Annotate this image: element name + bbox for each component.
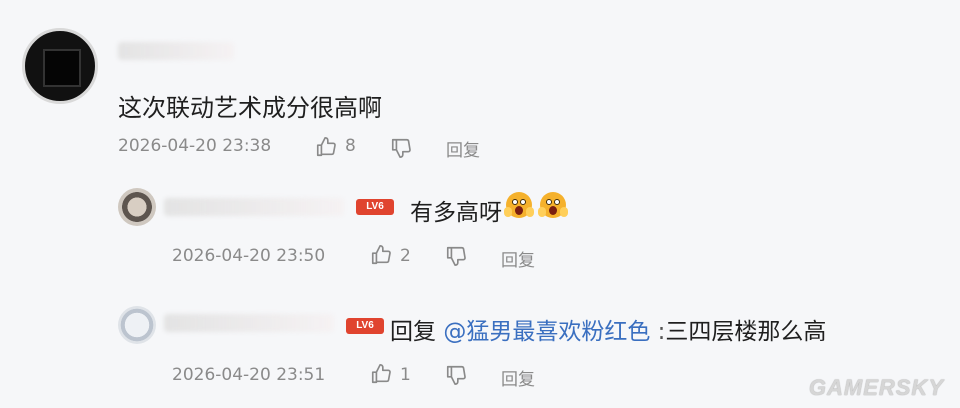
surprised-emoji-icon: [538, 192, 568, 218]
reply-prefix: 回复: [390, 319, 436, 345]
thumbs-down-icon[interactable]: [445, 364, 467, 386]
surprised-emoji-icon: [504, 192, 534, 218]
watermark: GAMERSKY: [808, 375, 944, 400]
reply-button[interactable]: 回复: [446, 136, 480, 161]
reply-timestamp: 2026-04-20 23:50: [172, 246, 326, 266]
avatar[interactable]: [22, 28, 98, 104]
like-count: 8: [345, 136, 356, 156]
reply-text: 三四层楼那么高: [665, 319, 827, 345]
reply-button[interactable]: 回复: [501, 365, 535, 390]
username-blurred[interactable]: [164, 198, 344, 216]
reply-timestamp: 2026-04-20 23:51: [172, 365, 326, 385]
thumbs-down-icon[interactable]: [390, 137, 412, 159]
reply-text-line: 回复 @猛男最喜欢粉红色 :三四层楼那么高: [390, 312, 826, 346]
avatar[interactable]: [118, 306, 156, 344]
comment-text: 这次联动艺术成分很高啊: [118, 94, 382, 122]
avatar[interactable]: [118, 188, 156, 226]
level-badge: LV6: [356, 199, 394, 215]
username-blurred[interactable]: [118, 42, 234, 60]
reply-button[interactable]: 回复: [501, 246, 535, 271]
thumbs-up-icon[interactable]: [370, 244, 392, 266]
level-badge: LV6: [346, 318, 384, 334]
thumbs-down-icon[interactable]: [445, 245, 467, 267]
thumbs-up-icon[interactable]: [370, 363, 392, 385]
mention-link[interactable]: @猛男最喜欢粉红色: [443, 319, 650, 345]
username-blurred[interactable]: [164, 314, 334, 332]
like-count: 2: [400, 246, 411, 266]
reply-text: 有多高呀: [410, 200, 502, 226]
like-count: 1: [400, 365, 411, 385]
thumbs-up-icon[interactable]: [315, 136, 337, 158]
comment-timestamp: 2026-04-20 23:38: [118, 136, 272, 156]
